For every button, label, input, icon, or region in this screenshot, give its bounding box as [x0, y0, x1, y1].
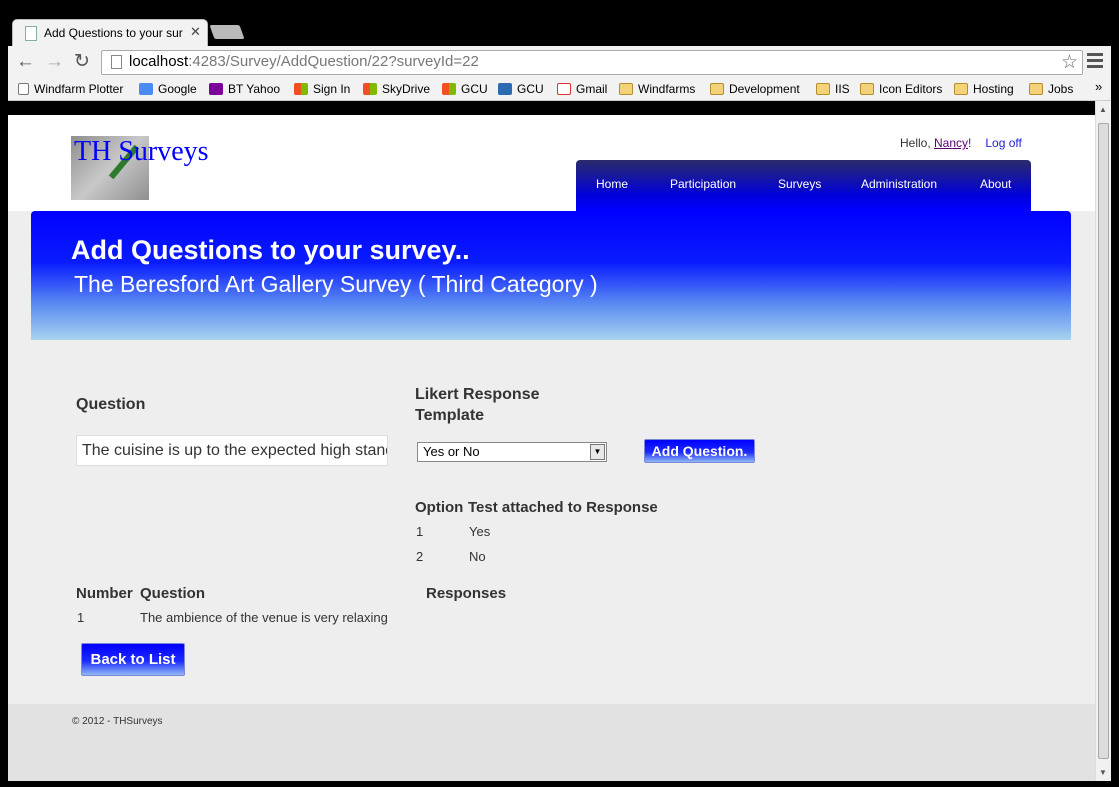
- folder-icon: [954, 83, 968, 95]
- user-link[interactable]: Nancy: [934, 136, 968, 150]
- bookmark-windfarm-plotter[interactable]: Windfarm Plotter: [18, 82, 123, 96]
- chrome-menu-icon[interactable]: [1087, 53, 1103, 71]
- option-text: Yes: [469, 524, 491, 539]
- questions-header-question: Question: [140, 585, 206, 602]
- page-favicon-icon: [25, 26, 37, 41]
- site-header: TH Surveys Hello, Nancy! Log off Home Par…: [8, 115, 1095, 211]
- chevron-down-icon[interactable]: ▼: [590, 444, 605, 460]
- gmail-icon: [557, 83, 571, 95]
- vertical-scrollbar[interactable]: ▲ ▼: [1095, 101, 1111, 781]
- new-tab-button[interactable]: [209, 25, 245, 39]
- option-text: No: [469, 549, 486, 564]
- menu-about[interactable]: About: [980, 177, 1011, 191]
- menu-surveys[interactable]: Surveys: [778, 177, 821, 191]
- bookmark-jobs[interactable]: Jobs: [1029, 82, 1073, 96]
- url-text[interactable]: localhost:4283/Survey/AddQuestion/22?sur…: [129, 53, 479, 70]
- bookmark-development[interactable]: Development: [710, 82, 800, 96]
- page-footer: © 2012 - THSurveys: [8, 704, 1095, 781]
- menu-administration[interactable]: Administration: [861, 177, 937, 191]
- folder-icon: [816, 83, 830, 95]
- page-title: Add Questions to your survey..: [71, 235, 470, 265]
- browser-toolbar: ← → ↻ localhost:4283/Survey/AddQuestion/…: [8, 46, 1111, 79]
- likert-template-select[interactable]: Yes or No ▼: [417, 442, 607, 462]
- address-bar[interactable]: localhost:4283/Survey/AddQuestion/22?sur…: [101, 50, 1083, 75]
- options-header-text: Test attached to Response: [468, 499, 658, 516]
- bookmark-skydrive[interactable]: SkyDrive: [363, 82, 430, 96]
- page-banner: Add Questions to your survey.. The Beres…: [31, 211, 1071, 340]
- tab-close-icon[interactable]: ✕: [190, 24, 201, 40]
- login-display: Hello, Nancy! Log off: [900, 136, 1022, 150]
- logoff-link[interactable]: Log off: [985, 136, 1021, 150]
- bookmarks-bar: Windfarm Plotter Google BT Yahoo Sign In…: [8, 79, 1111, 101]
- likert-label-line2: Template: [415, 407, 485, 424]
- menu-participation[interactable]: Participation: [670, 177, 736, 191]
- add-question-button[interactable]: Add Question.: [644, 439, 755, 463]
- scrollbar-thumb[interactable]: [1098, 123, 1109, 759]
- menu-home[interactable]: Home: [596, 177, 628, 191]
- windows-icon: [442, 83, 456, 95]
- likert-label-line1: Likert Response: [415, 386, 540, 403]
- questions-header-number: Number: [76, 585, 133, 602]
- options-header-option: Option: [415, 499, 464, 516]
- page-icon: [18, 83, 29, 95]
- reload-icon[interactable]: ↻: [74, 51, 90, 73]
- gcu-icon: [498, 83, 512, 95]
- folder-icon: [860, 83, 874, 95]
- tab-title: Add Questions to your sur: [44, 26, 183, 40]
- bookmark-icon-editors[interactable]: Icon Editors: [860, 82, 942, 96]
- folder-icon: [1029, 83, 1043, 95]
- bookmark-gmail[interactable]: Gmail: [557, 82, 607, 96]
- yahoo-icon: [209, 83, 223, 95]
- bookmark-gcu-2[interactable]: GCU: [498, 82, 544, 96]
- bookmark-google[interactable]: Google: [139, 82, 197, 96]
- bookmark-bt-yahoo[interactable]: BT Yahoo: [209, 82, 280, 96]
- windows-icon: [294, 83, 308, 95]
- forward-arrow-icon[interactable]: →: [45, 51, 64, 73]
- scroll-down-icon[interactable]: ▼: [1099, 768, 1107, 777]
- browser-titlebar: Add Questions to your sur ✕: [0, 0, 1119, 46]
- question-input[interactable]: The cuisine is up to the expected high s…: [76, 435, 388, 466]
- selected-template: Yes or No: [423, 444, 480, 459]
- bookmark-star-icon[interactable]: ☆: [1061, 51, 1078, 74]
- windows-icon: [363, 83, 377, 95]
- bookmark-gcu[interactable]: GCU: [442, 82, 488, 96]
- question-row-number: 1: [77, 610, 85, 625]
- copyright-text: © 2012 - THSurveys: [72, 716, 163, 727]
- folder-icon: [619, 83, 633, 95]
- back-to-list-button[interactable]: Back to List: [81, 643, 185, 676]
- bookmark-iis[interactable]: IIS: [816, 82, 850, 96]
- scroll-up-icon[interactable]: ▲: [1099, 105, 1107, 114]
- questions-header-responses: Responses: [426, 585, 507, 602]
- browser-tab[interactable]: Add Questions to your sur ✕: [12, 19, 208, 46]
- site-title[interactable]: TH Surveys: [74, 136, 209, 168]
- main-menu: Home Participation Surveys Administratio…: [576, 160, 1031, 211]
- survey-title: The Beresford Art Gallery Survey ( Third…: [74, 271, 598, 297]
- question-row-text: The ambience of the venue is very relaxi…: [140, 610, 388, 625]
- google-icon: [139, 83, 153, 95]
- page-icon: [111, 55, 122, 69]
- folder-icon: [710, 83, 724, 95]
- back-arrow-icon[interactable]: ←: [16, 51, 35, 73]
- option-number: 2: [416, 549, 424, 564]
- bookmark-windfarms[interactable]: Windfarms: [619, 82, 695, 96]
- bookmarks-overflow-icon[interactable]: »: [1095, 79, 1102, 94]
- bookmark-hosting[interactable]: Hosting: [954, 82, 1014, 96]
- page-viewport: TH Surveys Hello, Nancy! Log off Home Par…: [8, 101, 1095, 781]
- option-number: 1: [416, 524, 424, 539]
- bookmark-sign-in[interactable]: Sign In: [294, 82, 350, 96]
- question-label: Question: [76, 396, 146, 413]
